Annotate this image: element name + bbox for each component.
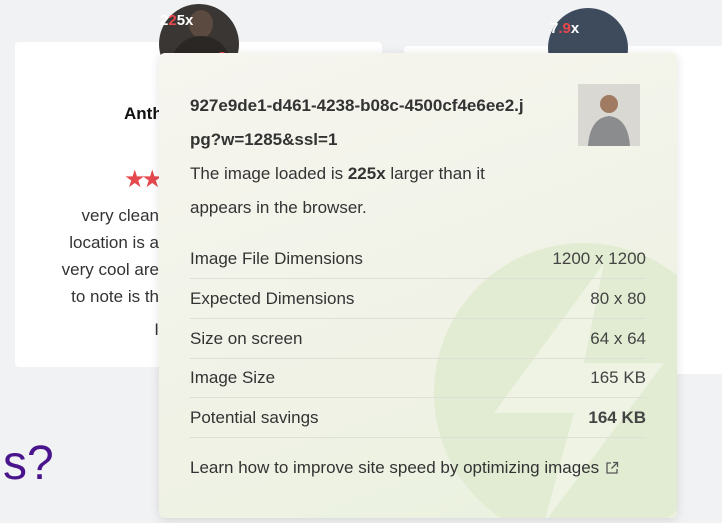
image-thumbnail	[578, 84, 640, 146]
info-label: Image File Dimensions	[190, 248, 363, 268]
info-value: 165 KB	[590, 367, 646, 387]
image-info-popup: 927e9de1-d461-4238-b08c-4500cf4e6ee2.jpg…	[159, 53, 677, 518]
info-row-expected-dimensions: Expected Dimensions 80 x 80	[190, 279, 646, 319]
image-description: The image loaded is 225x larger than it …	[190, 164, 485, 217]
info-row-file-dimensions: Image File Dimensions 1200 x 1200	[190, 239, 646, 279]
section-heading-fragment: s?	[3, 437, 54, 490]
info-value: 64 x 64	[590, 328, 646, 348]
image-filename: 927e9de1-d461-4238-b08c-4500cf4e6ee2.jpg…	[190, 96, 524, 149]
review-text-line: to note is th	[71, 287, 159, 306]
review-text-line: location is a	[69, 233, 159, 252]
info-value: 80 x 80	[590, 288, 646, 308]
info-label: Image Size	[190, 367, 276, 387]
review-text-line: very cool are	[61, 260, 159, 279]
learn-more-link[interactable]: Learn how to improve site speed by optim…	[190, 458, 619, 478]
info-row-potential-savings: Potential savings 164 KB	[190, 398, 646, 438]
info-value: 1200 x 1200	[552, 248, 646, 268]
info-value: 164 KB	[588, 407, 646, 427]
star-rating: ★★	[124, 166, 163, 193]
info-row-size-on-screen: Size on screen 64 x 64	[190, 319, 646, 359]
review-text-line: very clean	[81, 206, 159, 225]
info-row-image-size: Image Size 165 KB	[190, 358, 646, 398]
info-label: Potential savings	[190, 407, 319, 427]
reviewer-name: Anth	[124, 104, 163, 123]
info-label: Expected Dimensions	[190, 288, 355, 308]
info-label: Size on screen	[190, 328, 303, 348]
external-link-icon[interactable]	[605, 461, 619, 475]
oversize-badge-right[interactable]: 7.9x	[550, 20, 579, 37]
oversize-badge-left[interactable]: 225x	[160, 12, 193, 29]
